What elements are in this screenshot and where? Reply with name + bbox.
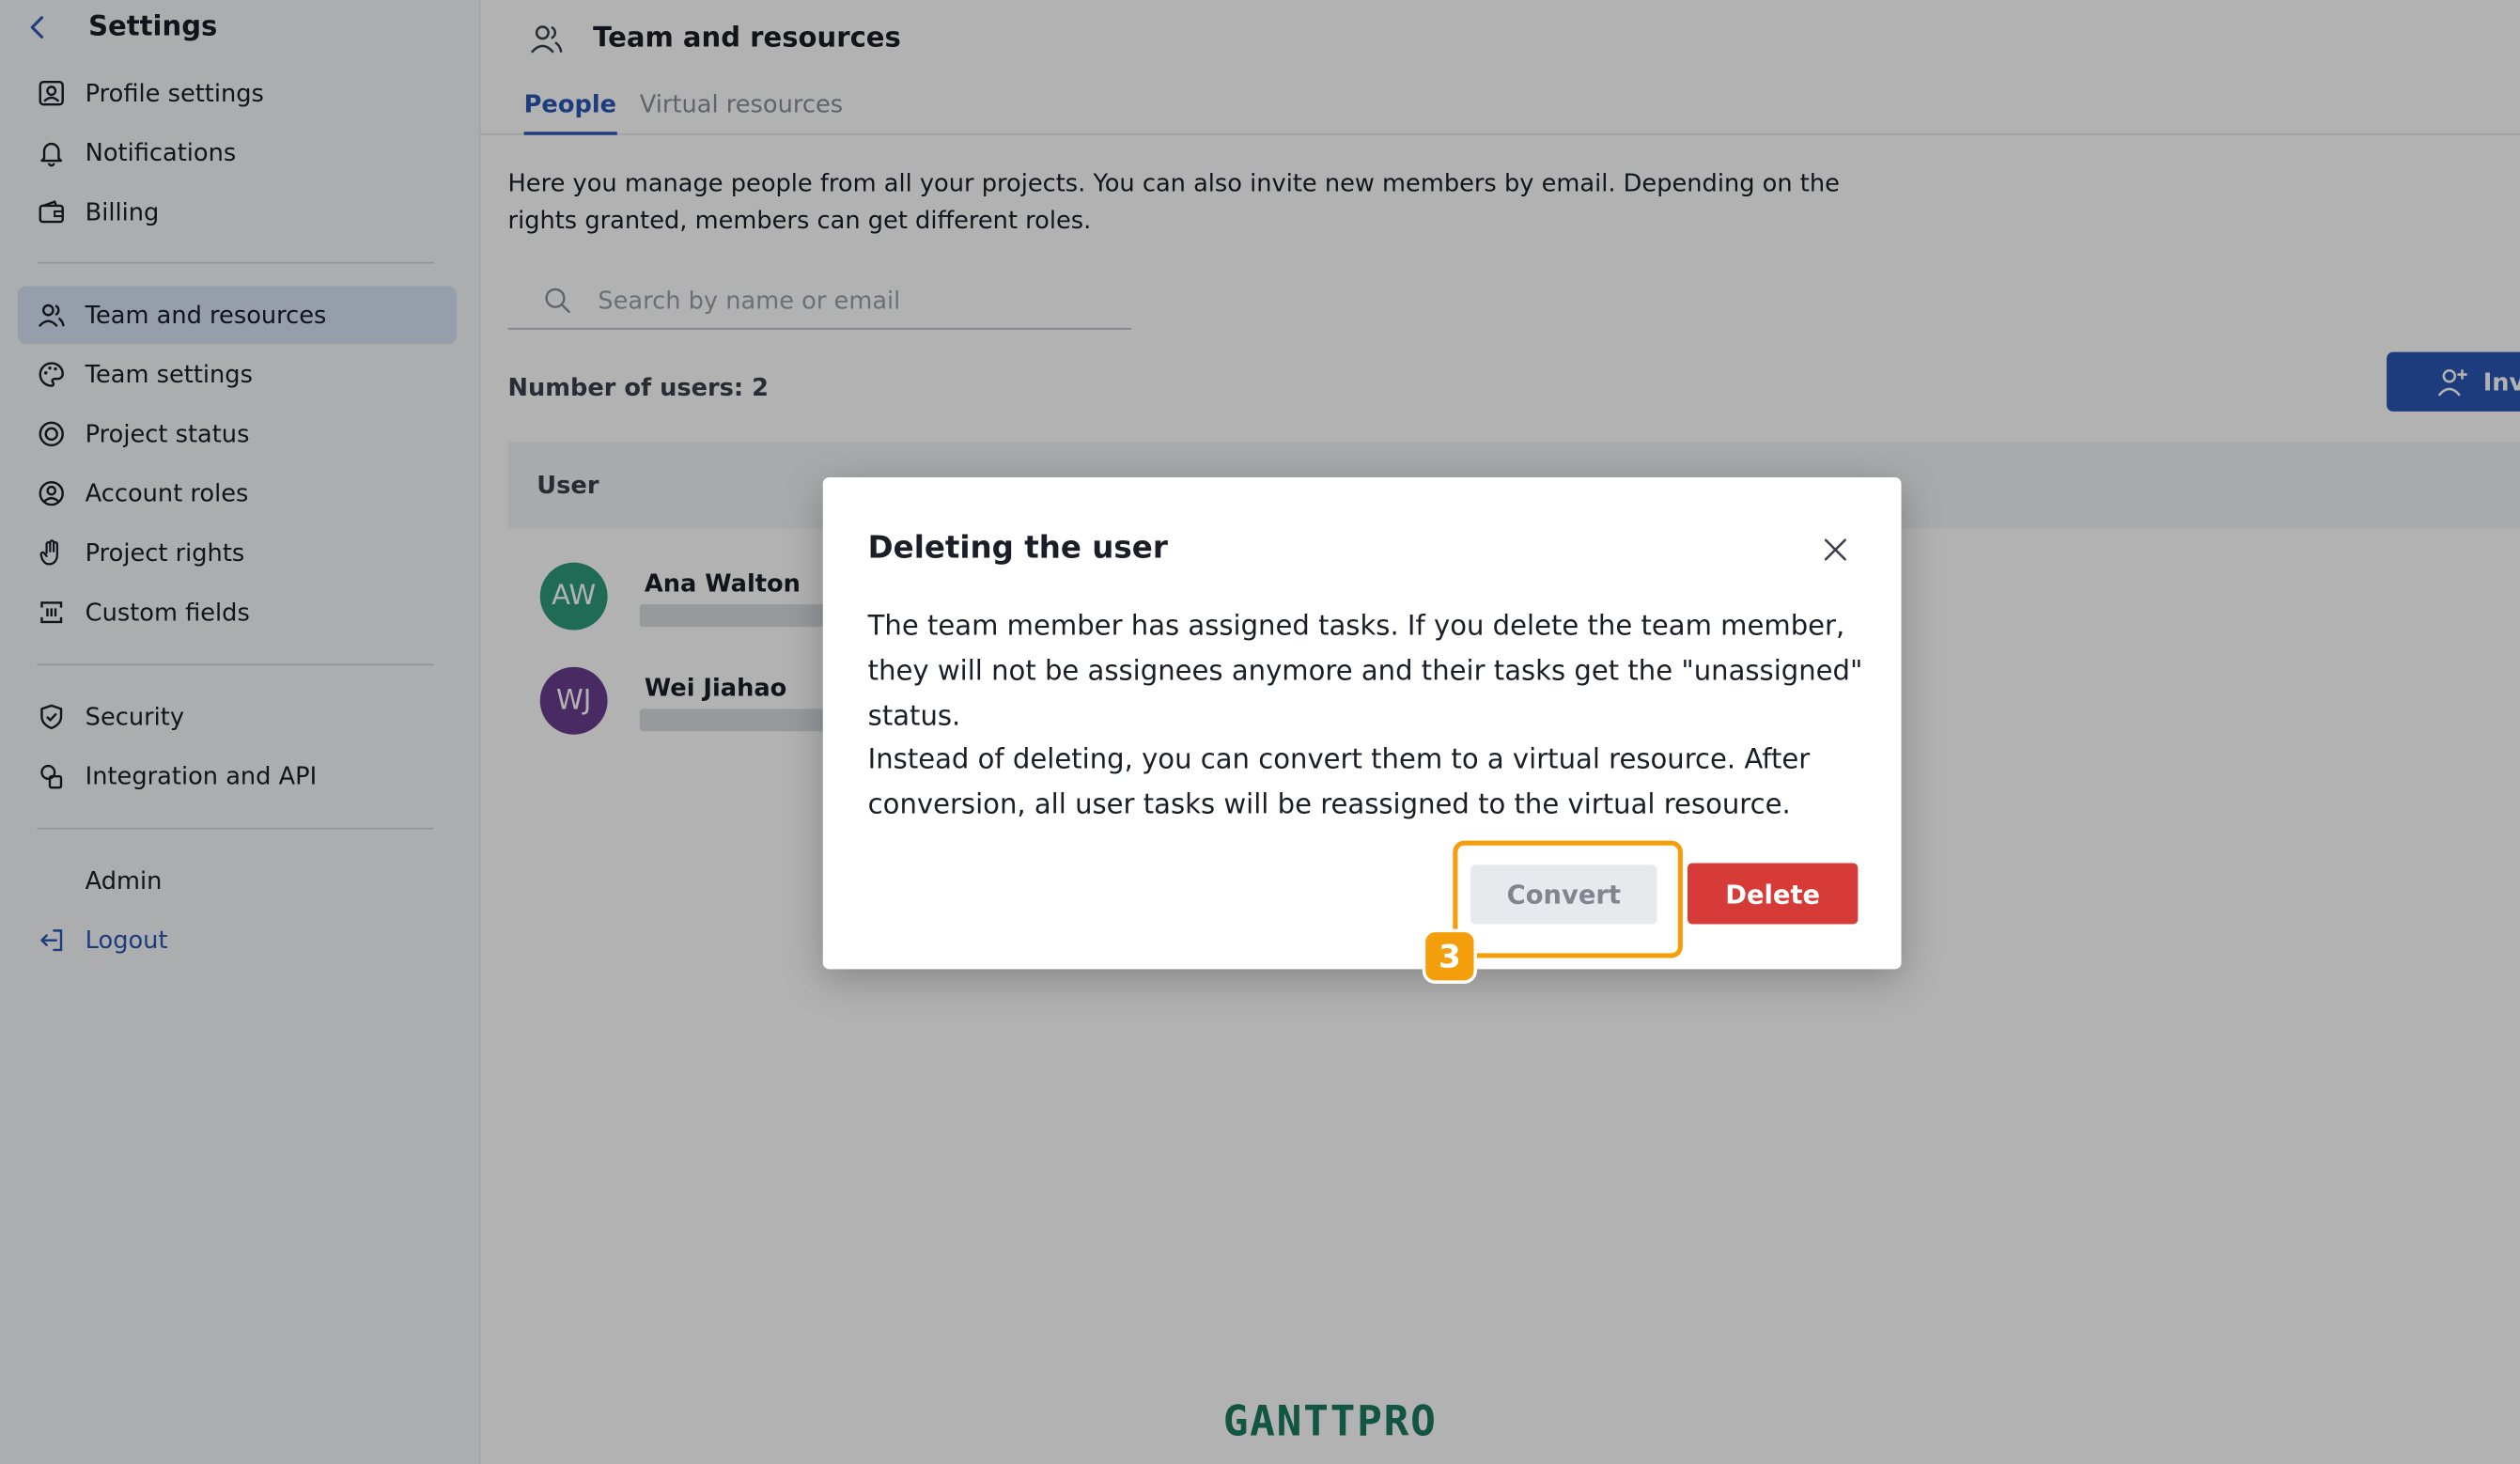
app-root: Settings Profile settings Notifications … [0,0,2520,1464]
close-icon[interactable] [1818,532,1854,568]
dialog-message: The team member has assigned tasks. If y… [867,610,1863,733]
dialog-title: Deleting the user [867,530,1168,567]
step-badge: 3 [1422,928,1477,984]
step-highlight-frame [1453,840,1683,958]
dialog-suggestion: Instead of deleting, you can convert the… [867,743,1811,822]
delete-button[interactable]: Delete [1688,863,1859,925]
delete-user-dialog: Deleting the user The team member has as… [822,477,1902,970]
